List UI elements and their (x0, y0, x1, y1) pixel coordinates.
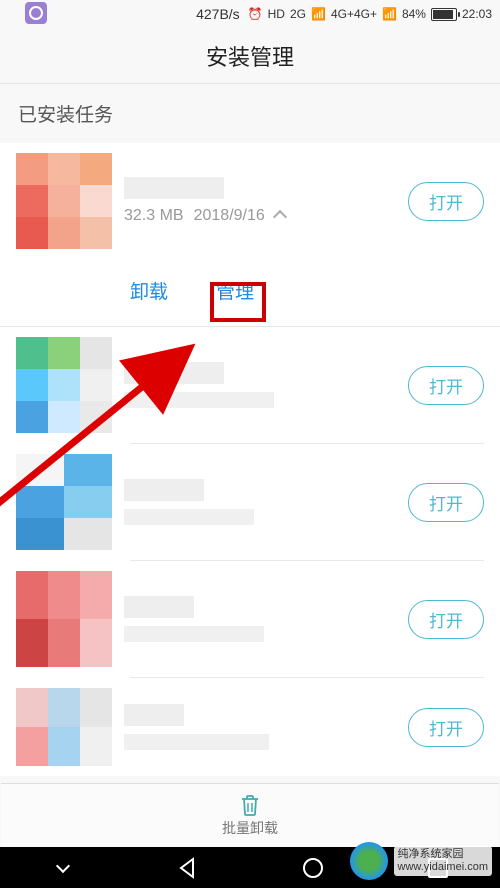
batch-uninstall-label: 批量卸载 (222, 818, 278, 838)
app-details (124, 362, 408, 408)
app-row[interactable]: 32.3 MB 2018/9/16 打开 (0, 143, 500, 259)
watermark-brand: 纯净系统家园 (398, 848, 488, 861)
app-row[interactable]: 打开 (0, 444, 500, 560)
app-row[interactable]: 打开 (0, 561, 500, 677)
trash-icon (239, 793, 261, 817)
chevron-up-icon[interactable] (273, 210, 287, 224)
app-list: 32.3 MB 2018/9/16 打开 卸载 管理 打开 (0, 143, 500, 776)
app-icon (16, 688, 112, 766)
clock: 22:03 (462, 7, 492, 21)
watermark-url: www.yidaimei.com (398, 861, 488, 874)
nav-dropdown-button[interactable] (49, 854, 77, 882)
manage-link[interactable]: 管理 (216, 277, 254, 304)
battery-icon (431, 8, 457, 21)
app-icon (16, 153, 112, 249)
watermark: 纯净系统家园 www.yidaimei.com (350, 842, 492, 880)
app-icon (16, 454, 112, 550)
open-button[interactable]: 打开 (408, 483, 484, 522)
app-name (124, 704, 184, 726)
status-bar: 427B/s ⏰ HD 2G 📶 4G+4G+ 📶 84% 22:03 (0, 0, 500, 28)
page-title: 安装管理 (0, 28, 500, 84)
app-row[interactable]: 打开 (0, 327, 500, 443)
app-status-icon (25, 2, 47, 24)
app-details (124, 479, 408, 525)
app-details: 32.3 MB 2018/9/16 (124, 177, 408, 225)
app-name (124, 362, 224, 384)
open-button[interactable]: 打开 (408, 366, 484, 405)
network-speed: 427B/s (196, 6, 240, 22)
app-icon (16, 337, 112, 433)
open-button[interactable]: 打开 (408, 182, 484, 221)
batch-uninstall-button[interactable]: 批量卸载 (1, 783, 499, 847)
app-row[interactable]: 打开 (0, 678, 500, 776)
app-name (124, 479, 204, 501)
battery-percent: 84% (402, 7, 426, 21)
open-button[interactable]: 打开 (408, 600, 484, 639)
app-name (124, 596, 194, 618)
status-icons: ⏰ HD 2G 📶 4G+4G+ 📶 84% 22:03 (248, 7, 492, 21)
app-meta: 32.3 MB 2018/9/16 (124, 207, 408, 225)
app-expanded-actions: 卸载 管理 (0, 259, 500, 327)
open-button[interactable]: 打开 (408, 708, 484, 747)
uninstall-link[interactable]: 卸载 (130, 277, 168, 304)
app-details (124, 704, 408, 750)
nav-back-button[interactable] (174, 854, 202, 882)
nav-home-button[interactable] (299, 854, 327, 882)
section-installed-title: 已安装任务 (0, 84, 500, 143)
app-icon (16, 571, 112, 667)
app-details (124, 596, 408, 642)
app-name (124, 177, 224, 199)
watermark-logo-icon (350, 842, 388, 880)
